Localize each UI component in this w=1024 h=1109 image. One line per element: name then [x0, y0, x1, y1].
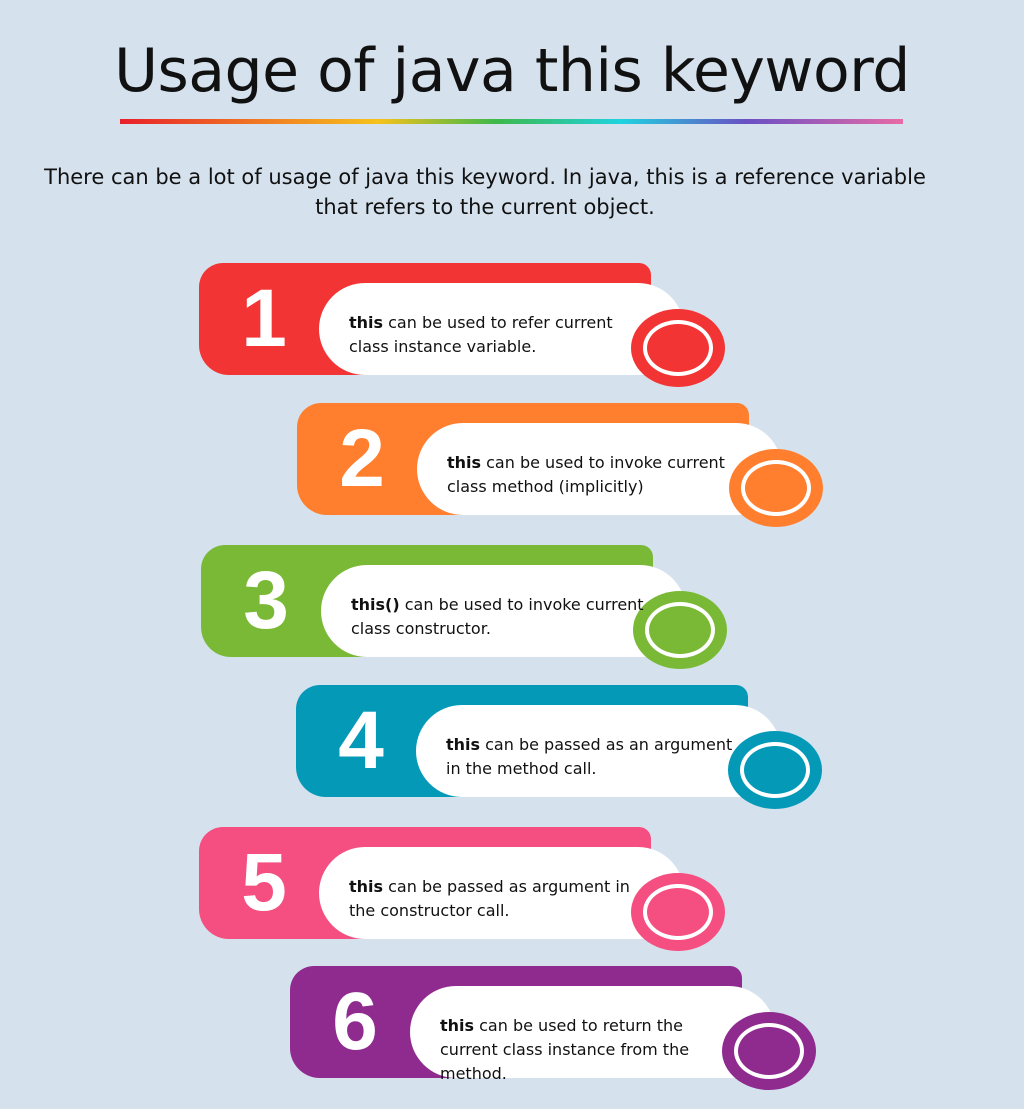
- step-keyword: this: [349, 877, 384, 896]
- step-keyword: this: [447, 453, 482, 472]
- step-6: 6 this can be used to return the current …: [290, 966, 830, 1090]
- step-description: this can be used to return the current c…: [440, 1014, 740, 1086]
- step-description: this can be used to refer current class …: [349, 311, 649, 359]
- step-keyword: this: [446, 735, 481, 754]
- step-keyword: this: [349, 313, 384, 332]
- step-4: 4 this can be passed as an argument in th…: [296, 685, 836, 809]
- step-2: 2 this can be used to invoke current clas…: [297, 403, 837, 527]
- circle-ring: [734, 1023, 804, 1079]
- step-text: can be used to refer current class insta…: [349, 313, 613, 356]
- rainbow-underline: [120, 119, 903, 124]
- step-text: can be passed as argument in the constru…: [349, 877, 630, 920]
- step-text: can be used to return the current class …: [440, 1016, 690, 1083]
- step-description: this can be passed as an argument in the…: [446, 733, 746, 781]
- step-description: this can be passed as argument in the co…: [349, 875, 649, 923]
- step-text: can be passed as an argument in the meth…: [446, 735, 733, 778]
- page-title: Usage of java this keyword: [114, 36, 910, 106]
- step-1: 1 this can be used to refer current class…: [199, 263, 739, 387]
- step-text: can be used to invoke current class meth…: [447, 453, 725, 496]
- step-description: this can be used to invoke current class…: [447, 451, 747, 499]
- step-3: 3 this() can be used to invoke current cl…: [201, 545, 741, 669]
- circle-ring: [740, 742, 810, 798]
- step-keyword: this(): [351, 595, 400, 614]
- circle-ring: [643, 320, 713, 376]
- step-keyword: this: [440, 1016, 475, 1035]
- step-description: this() can be used to invoke current cla…: [351, 593, 651, 641]
- step-5: 5 this can be passed as argument in the c…: [199, 827, 739, 951]
- intro-text: There can be a lot of usage of java this…: [44, 165, 926, 219]
- circle-ring: [741, 460, 811, 516]
- circle-ring: [645, 602, 715, 658]
- circle-ring: [643, 884, 713, 940]
